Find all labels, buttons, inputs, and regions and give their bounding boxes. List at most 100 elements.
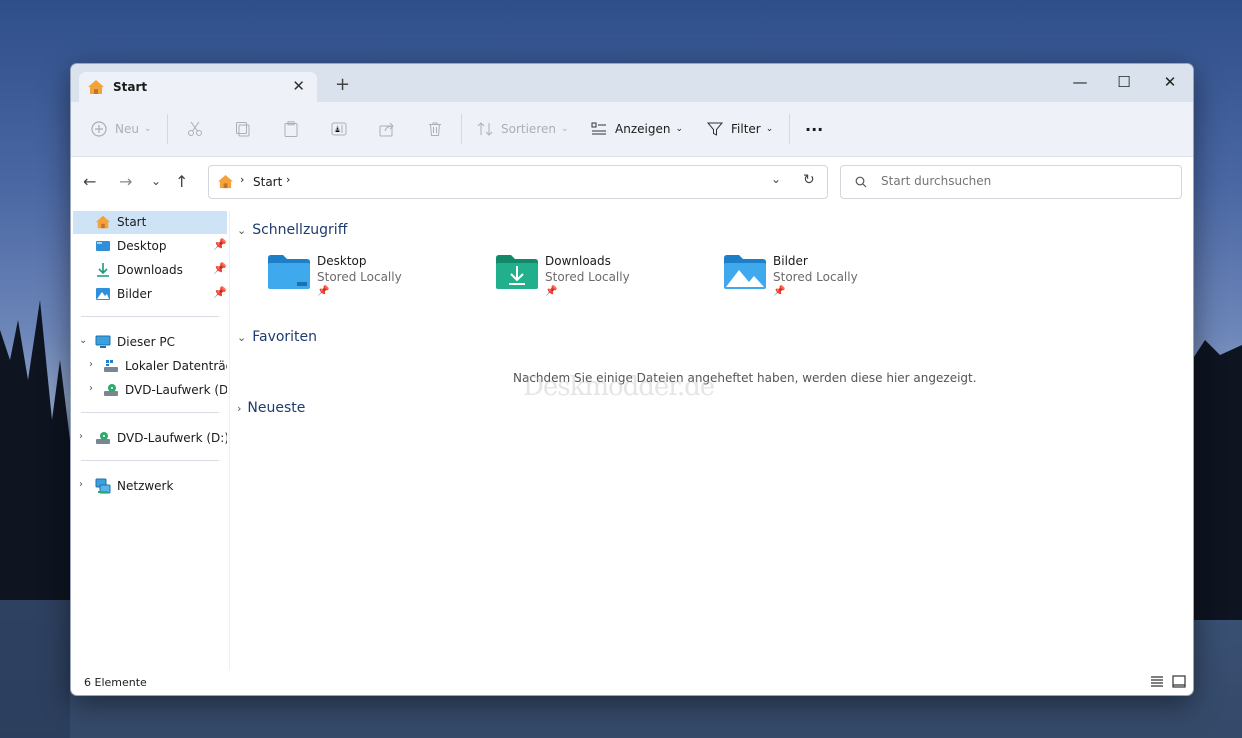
section-title: Favoriten	[252, 329, 318, 345]
tile-desktop[interactable]: Desktop Stored Locally 📌	[267, 254, 467, 304]
sidebar-item-desktop[interactable]: Desktop 📌	[73, 235, 227, 258]
sidebar-divider	[81, 316, 219, 317]
sidebar-item-label: Lokaler Datenträger	[125, 359, 227, 373]
sidebar-item-dvd-drive[interactable]: › DVD-Laufwerk (D:)	[73, 379, 227, 402]
minimize-button[interactable]: —	[1057, 68, 1103, 96]
sidebar-item-label: Bilder	[117, 287, 152, 301]
tab-start[interactable]: Start ✕	[79, 72, 317, 102]
tile-status: Stored Locally	[545, 270, 630, 284]
chevron-right-icon[interactable]: ›	[237, 402, 241, 415]
cut-button[interactable]	[187, 118, 203, 140]
file-explorer-window: Start ✕ + — ☐ ✕ Neu ⌄ Sortieren ⌄ Anzeig…	[70, 63, 1194, 696]
chevron-right-icon[interactable]: ›	[89, 359, 93, 370]
tile-downloads[interactable]: Downloads Stored Locally 📌	[495, 254, 695, 304]
sidebar-item-network[interactable]: › Netzwerk	[73, 475, 227, 498]
search-box[interactable]	[840, 165, 1182, 199]
chevron-down-icon[interactable]: ⌄	[237, 224, 246, 237]
search-icon	[855, 176, 867, 188]
copy-button[interactable]	[235, 118, 251, 140]
maximize-button[interactable]: ☐	[1101, 68, 1147, 96]
chevron-right-icon[interactable]: ›	[79, 479, 83, 490]
filter-button[interactable]: Filter ⌄	[707, 118, 773, 140]
back-arrow-icon[interactable]: ←	[83, 172, 96, 191]
paste-button[interactable]	[283, 118, 299, 140]
computer-icon	[95, 335, 111, 348]
section-recent[interactable]: › Neueste	[237, 400, 305, 416]
sidebar-item-local-disk[interactable]: › Lokaler Datenträger	[73, 355, 227, 378]
trash-icon	[429, 122, 441, 136]
share-button[interactable]	[379, 118, 395, 140]
tab-title: Start	[113, 80, 148, 94]
filter-button-label: Filter	[731, 122, 761, 136]
sidebar-item-label: DVD-Laufwerk (D:)	[125, 383, 227, 397]
sidebar-item-label: Netzwerk	[117, 479, 174, 493]
desktop-folder-icon	[96, 241, 110, 251]
pin-icon: 📌	[213, 262, 227, 275]
breadcrumb[interactable]: Start	[253, 175, 282, 189]
scissors-icon	[188, 121, 202, 136]
downloads-folder-icon	[496, 255, 538, 289]
section-title: Neueste	[247, 400, 306, 416]
navigation-row: ← → ⌄ ↑ › Start › ⌄ ↻	[71, 156, 1193, 210]
chevron-right-icon[interactable]: ›	[89, 383, 93, 394]
section-quick-access[interactable]: ⌄ Schnellzugriff	[237, 222, 347, 238]
address-history-chevron-icon[interactable]: ⌄	[771, 172, 781, 186]
delete-button[interactable]	[427, 118, 443, 140]
chevron-down-icon: ⌄	[675, 124, 683, 134]
sidebar-item-downloads[interactable]: Downloads 📌	[73, 259, 227, 282]
pin-icon: 📌	[213, 286, 227, 299]
home-icon	[88, 80, 104, 94]
pin-icon: 📌	[545, 286, 558, 297]
filter-icon	[707, 122, 723, 136]
plus-circle-icon	[91, 121, 107, 137]
toolbar-divider	[167, 114, 168, 144]
recent-locations-chevron-icon[interactable]: ⌄	[151, 174, 161, 188]
toolbar-divider	[789, 114, 790, 144]
chevron-right-icon[interactable]: ›	[79, 431, 83, 442]
new-tab-button[interactable]: +	[335, 74, 350, 95]
pictures-folder-icon	[724, 255, 766, 289]
dvd-drive-icon	[96, 432, 110, 444]
home-icon	[218, 174, 233, 189]
pin-icon: 📌	[773, 286, 786, 297]
view-button[interactable]: Anzeigen ⌄	[591, 118, 683, 140]
sidebar-item-this-pc[interactable]: ⌄ Dieser PC	[73, 331, 227, 354]
breadcrumb-chevron-icon[interactable]: ›	[286, 173, 290, 186]
chevron-down-icon: ⌄	[143, 124, 152, 134]
tile-name: Bilder	[773, 254, 808, 268]
forward-arrow-icon[interactable]: →	[119, 172, 132, 191]
pictures-icon	[96, 288, 110, 300]
sort-button[interactable]: Sortieren ⌄	[477, 118, 569, 140]
more-options-button[interactable]: ···	[805, 118, 823, 140]
breadcrumb-chevron-icon[interactable]: ›	[240, 173, 244, 186]
watermark: Deskmodder.de	[523, 372, 715, 402]
tab-close-button[interactable]: ✕	[292, 77, 305, 95]
tile-status: Stored Locally	[773, 270, 858, 284]
chevron-down-icon[interactable]: ⌄	[237, 331, 246, 344]
content-area: ⌄ Schnellzugriff Desktop Stored Locally 📌…	[231, 210, 1193, 670]
sidebar-item-label: DVD-Laufwerk (D:) C	[117, 431, 227, 445]
refresh-icon[interactable]: ↻	[803, 172, 815, 188]
tile-pictures[interactable]: Bilder Stored Locally 📌	[723, 254, 923, 304]
section-favorites[interactable]: ⌄ Favoriten	[237, 329, 317, 345]
close-window-button[interactable]: ✕	[1147, 68, 1193, 96]
sort-icon	[477, 122, 493, 136]
share-icon	[379, 122, 394, 137]
new-button[interactable]: Neu ⌄	[91, 118, 152, 140]
details-view-icon[interactable]	[1150, 675, 1164, 689]
rename-button[interactable]	[331, 118, 347, 140]
drive-icon	[104, 360, 118, 372]
sidebar-item-label: Desktop	[117, 239, 167, 253]
up-arrow-icon[interactable]: ↑	[175, 172, 188, 191]
item-count: 6 Elemente	[84, 676, 147, 689]
address-bar[interactable]: › Start › ⌄ ↻	[208, 165, 828, 199]
chevron-down-icon[interactable]: ⌄	[79, 335, 87, 346]
tiles-view-icon[interactable]	[1172, 675, 1186, 689]
sidebar-item-start[interactable]: Start	[73, 211, 227, 234]
chevron-down-icon: ⌄	[560, 124, 569, 134]
sidebar-item-pictures[interactable]: Bilder 📌	[73, 283, 227, 306]
dvd-drive-icon	[104, 384, 118, 396]
sidebar-item-dvd-drive-c[interactable]: › DVD-Laufwerk (D:) C	[73, 427, 227, 450]
search-input[interactable]	[879, 173, 1173, 189]
sidebar-item-label: Start	[117, 215, 147, 229]
